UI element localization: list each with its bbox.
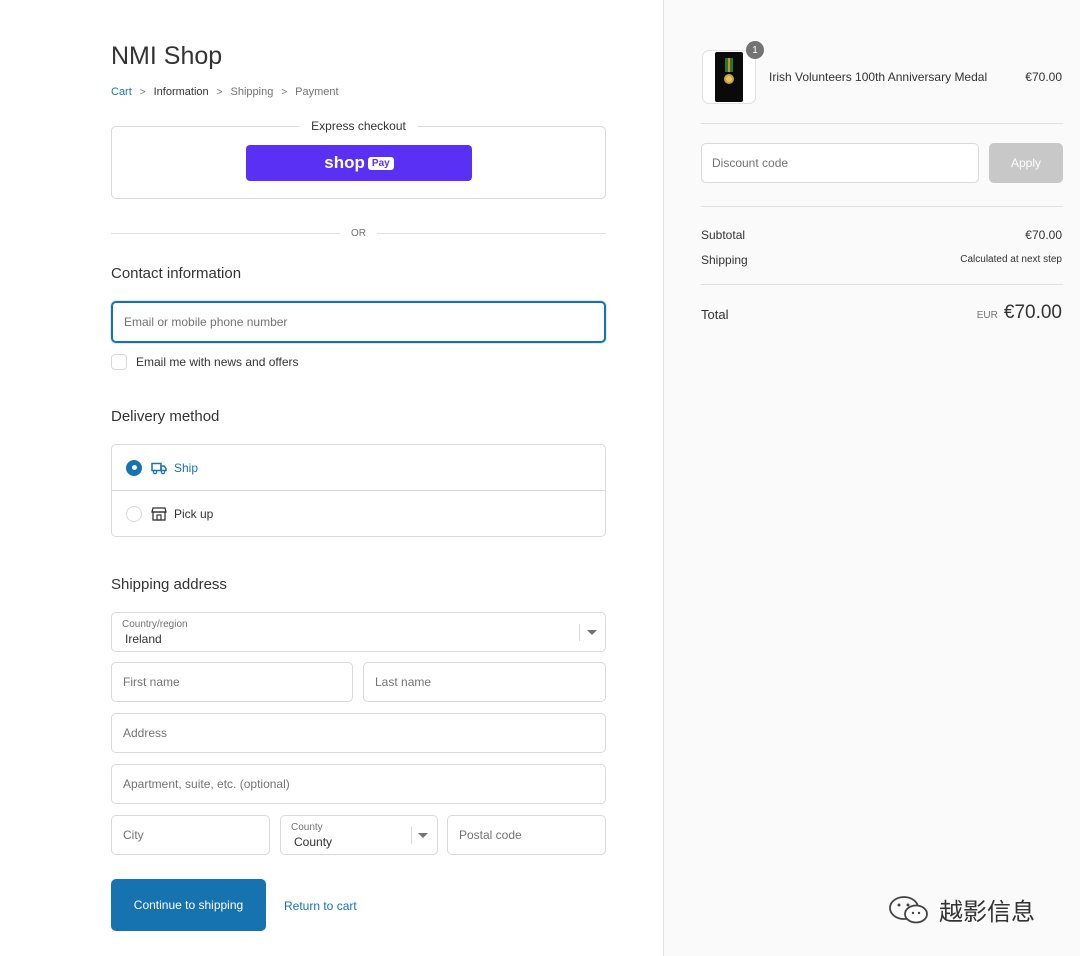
product-price: €70.00 bbox=[1025, 70, 1062, 84]
or-divider: OR bbox=[111, 226, 606, 240]
medal-image bbox=[715, 52, 743, 102]
shop-pay-button[interactable]: shop Pay bbox=[246, 145, 472, 181]
divider-line bbox=[377, 232, 606, 234]
product-thumbnail bbox=[702, 50, 756, 104]
watermark: 越影信息 bbox=[887, 892, 1035, 927]
total-currency: EUR bbox=[976, 310, 998, 321]
breadcrumb-information: Information bbox=[153, 86, 209, 98]
divider bbox=[701, 123, 1063, 124]
county-value: County bbox=[294, 835, 333, 849]
city-field[interactable]: City bbox=[111, 815, 270, 855]
express-checkout-label: Express checkout bbox=[299, 119, 418, 133]
pickup-label: Pick up bbox=[174, 507, 214, 521]
shop-pay-wordmark: shop bbox=[324, 153, 365, 172]
apartment-field[interactable]: Apartment, suite, etc. (optional) bbox=[111, 764, 606, 804]
breadcrumb-payment: Payment bbox=[295, 86, 339, 98]
apply-button[interactable]: Apply bbox=[989, 143, 1063, 183]
shipping-value: Calculated at next step bbox=[960, 254, 1062, 265]
county-select[interactable]: County County bbox=[280, 815, 438, 855]
or-text: OR bbox=[351, 227, 366, 239]
shipping-address-title: Shipping address bbox=[111, 576, 227, 593]
breadcrumb: Cart > Information > Shipping > Payment bbox=[111, 86, 339, 98]
total-label: Total bbox=[701, 307, 729, 322]
email-field[interactable]: Email or mobile phone number bbox=[111, 301, 606, 343]
last-name-field[interactable]: Last name bbox=[363, 662, 606, 702]
subtotal-value: €70.00 bbox=[1025, 228, 1062, 242]
express-checkout: Express checkout shop Pay bbox=[111, 119, 606, 199]
ship-radio[interactable] bbox=[126, 459, 142, 476]
shop-title[interactable]: NMI Shop bbox=[111, 42, 222, 71]
postal-code-field[interactable]: Postal code bbox=[447, 815, 606, 855]
store-icon bbox=[151, 507, 167, 521]
newsletter-checkbox[interactable] bbox=[111, 354, 127, 370]
country-label: Country/region bbox=[122, 619, 188, 630]
chevron-down-icon bbox=[587, 630, 597, 635]
newsletter-row[interactable]: Email me with news and offers bbox=[111, 354, 299, 370]
product-name: Irish Volunteers 100th Anniversary Medal bbox=[769, 70, 988, 84]
divider bbox=[701, 206, 1063, 207]
quantity-badge: 1 bbox=[746, 41, 764, 59]
chevron-down-icon bbox=[418, 833, 428, 838]
chevron-right-icon: > bbox=[139, 86, 146, 98]
pickup-radio[interactable] bbox=[126, 506, 142, 522]
shipping-label: Shipping bbox=[701, 253, 748, 267]
address-field[interactable]: Address bbox=[111, 713, 606, 753]
truck-icon bbox=[151, 462, 167, 474]
newsletter-label: Email me with news and offers bbox=[136, 355, 299, 369]
divider bbox=[701, 284, 1063, 285]
discount-code-field[interactable]: Discount code bbox=[701, 143, 979, 183]
first-name-field[interactable]: First name bbox=[111, 662, 353, 702]
order-summary: 1 Irish Volunteers 100th Anniversary Med… bbox=[663, 0, 1080, 956]
total-amount: €70.00 bbox=[1003, 302, 1062, 323]
watermark-text: 越影信息 bbox=[939, 899, 1035, 926]
delivery-option-ship[interactable]: Ship bbox=[112, 445, 605, 491]
country-value: Ireland bbox=[125, 632, 162, 646]
delivery-method-options: Ship Pick up bbox=[111, 444, 606, 537]
select-divider bbox=[579, 624, 580, 641]
breadcrumb-shipping: Shipping bbox=[230, 86, 274, 98]
country-select[interactable]: Country/region Ireland bbox=[111, 612, 606, 652]
shop-pay-badge: Pay bbox=[367, 156, 394, 170]
breadcrumb-cart[interactable]: Cart bbox=[111, 86, 132, 98]
return-to-cart-link[interactable]: Return to cart bbox=[284, 899, 357, 913]
total-value: EUR €70.00 bbox=[977, 302, 1062, 324]
wechat-icon bbox=[889, 895, 928, 923]
select-divider bbox=[411, 827, 412, 844]
subtotal-label: Subtotal bbox=[701, 228, 746, 242]
delivery-title: Delivery method bbox=[111, 408, 220, 425]
contact-title: Contact information bbox=[111, 265, 242, 282]
county-label: County bbox=[291, 822, 323, 833]
divider-line bbox=[111, 232, 340, 234]
continue-to-shipping-button[interactable]: Continue to shipping bbox=[111, 879, 266, 931]
chevron-right-icon: > bbox=[281, 86, 288, 98]
ship-label: Ship bbox=[174, 460, 199, 475]
delivery-option-pickup[interactable]: Pick up bbox=[112, 491, 605, 537]
checkout-main: NMI Shop Cart > Information > Shipping >… bbox=[0, 0, 663, 956]
chevron-right-icon: > bbox=[216, 86, 223, 98]
